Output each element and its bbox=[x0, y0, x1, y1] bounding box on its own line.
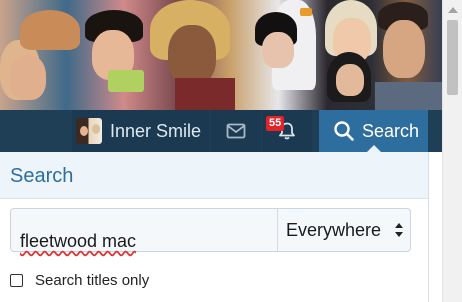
banner-person bbox=[383, 20, 425, 78]
titles-only-label[interactable]: Search titles only bbox=[35, 272, 149, 289]
titles-only-option[interactable]: Search titles only bbox=[10, 270, 149, 290]
search-scope-value: Everywhere bbox=[286, 220, 382, 240]
search-scope-select[interactable]: Everywhere bbox=[278, 209, 410, 251]
search-input-value: fleetwood mac bbox=[20, 231, 137, 251]
banner-person bbox=[336, 64, 364, 96]
search-input[interactable]: fleetwood mac bbox=[11, 209, 277, 251]
banner-person bbox=[375, 82, 442, 110]
search-tab-label: Search bbox=[362, 120, 420, 141]
banner-goose bbox=[300, 8, 312, 16]
avatar-face bbox=[80, 126, 88, 136]
select-arrows-icon bbox=[395, 223, 403, 237]
banner-person bbox=[10, 55, 46, 100]
search-dropdown-title: Search bbox=[10, 165, 74, 187]
scrollbar-thumb[interactable] bbox=[447, 20, 458, 95]
search-input-group: fleetwood mac Everywhere bbox=[10, 208, 411, 252]
titles-only-checkbox[interactable] bbox=[10, 273, 23, 287]
banner-person bbox=[108, 70, 144, 92]
account-menu[interactable]: Inner Smile bbox=[72, 110, 209, 152]
inbox-button[interactable] bbox=[211, 110, 261, 152]
page-scrollbar[interactable] bbox=[442, 0, 462, 302]
banner-person bbox=[262, 32, 294, 68]
alerts-count-badge: 55 bbox=[266, 116, 285, 131]
search-dropdown: Search fleetwood mac Everywhere Search t… bbox=[0, 152, 429, 302]
search-dropdown-header: Search bbox=[0, 152, 428, 199]
banner-person bbox=[168, 25, 216, 85]
banner-person bbox=[175, 78, 235, 110]
banner-person bbox=[20, 10, 80, 50]
avatar[interactable] bbox=[76, 118, 102, 144]
username[interactable]: Inner Smile bbox=[110, 121, 201, 142]
scroll-up-arrow-icon[interactable] bbox=[448, 7, 458, 13]
avatar-face bbox=[92, 124, 100, 134]
header-banner bbox=[0, 0, 442, 110]
search-icon bbox=[334, 121, 354, 141]
mail-icon bbox=[226, 123, 246, 139]
